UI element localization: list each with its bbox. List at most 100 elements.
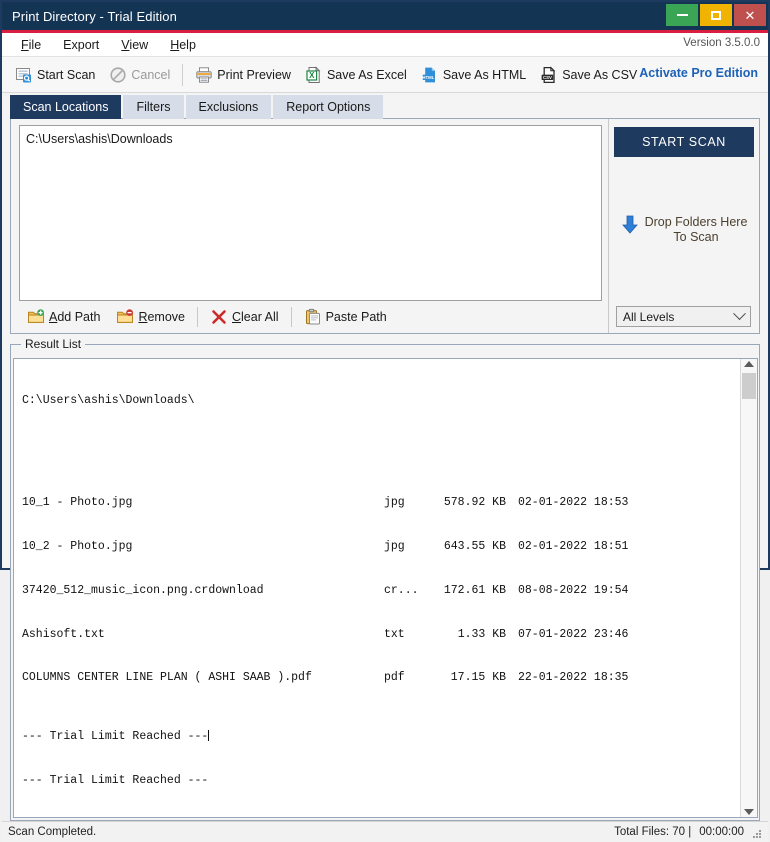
text-caret (208, 730, 209, 741)
path-actions-separator-1 (197, 307, 198, 327)
tab-scan-locations[interactable]: Scan Locations (10, 95, 121, 119)
result-list-content[interactable]: C:\Users\ashis\Downloads\ 10_1 - Photo.j… (14, 359, 740, 817)
resize-grip-icon[interactable] (752, 827, 762, 837)
table-row[interactable]: COLUMNS CENTER LINE PLAN ( ASHI SAAB ).p… (22, 671, 740, 686)
toolbar-save-csv-label: Save As CSV (562, 68, 637, 82)
application-window: Print Directory - Trial Edition ✕ File E… (0, 0, 770, 570)
status-message: Scan Completed. (8, 826, 96, 838)
row-ext: txt (384, 628, 430, 643)
status-right-group: Total Files: 70 | 00:00:00 (614, 826, 762, 838)
drop-hint-line-1: Drop Folders Here (645, 215, 748, 229)
toolbar-save-excel-button[interactable]: X Save As Excel (298, 63, 414, 87)
minimize-icon (677, 14, 688, 16)
menu-item-help-label: elp (179, 38, 196, 52)
clear-all-button[interactable]: Clear All (202, 304, 287, 330)
activate-pro-edition-link[interactable]: Activate Pro Edition (639, 66, 758, 80)
menu-item-export[interactable]: Export (52, 36, 110, 54)
toolbar-save-csv-button[interactable]: CSV Save As CSV (533, 63, 644, 87)
table-row[interactable]: 37420_512_music_icon.png.crdownload cr..… (22, 584, 740, 599)
maximize-button[interactable] (700, 4, 732, 26)
toolbar-start-scan-button[interactable]: Start Scan (8, 63, 102, 87)
result-list-box[interactable]: C:\Users\ashis\Downloads\ 10_1 - Photo.j… (13, 358, 758, 818)
row-date: 02-01-2022 18:51 (506, 540, 618, 555)
row-ext: cr... (384, 584, 430, 599)
remove-path-button[interactable]: Remove (108, 304, 193, 330)
table-row[interactable]: Ashisoft.txt txt 1.33 KB 07-01-2022 23:4… (22, 628, 740, 643)
scan-locations-panel: C:\Users\ashis\Downloads Add Path (10, 119, 760, 334)
svg-text:CSV: CSV (543, 74, 552, 79)
remove-path-label: Remove (138, 310, 185, 324)
menu-item-view[interactable]: View (110, 36, 159, 54)
result-list-group: Result List C:\Users\ashis\Downloads\ 10… (10, 344, 760, 821)
row-name: 10_2 - Photo.jpg (22, 540, 384, 555)
scan-locations-left: C:\Users\ashis\Downloads Add Path (11, 119, 608, 333)
row-name: COLUMNS CENTER LINE PLAN ( ASHI SAAB ).p… (22, 671, 384, 686)
add-path-button[interactable]: Add Path (19, 304, 108, 330)
window-controls: ✕ (666, 4, 766, 26)
menu-item-view-label: iew (129, 38, 148, 52)
path-actions-separator-2 (291, 307, 292, 327)
svg-text:X: X (309, 70, 315, 79)
result-blank-row (22, 438, 740, 453)
row-size: 578.92 KB (430, 496, 506, 511)
scrollbar-thumb[interactable] (742, 373, 756, 399)
levels-dropdown[interactable]: All Levels (616, 306, 751, 327)
row-date: 22-01-2022 18:35 (506, 671, 618, 686)
row-ext: jpg (384, 540, 430, 555)
minimize-button[interactable] (666, 4, 698, 26)
menu-item-export-label: Export (63, 38, 99, 52)
tab-filters[interactable]: Filters (123, 95, 183, 119)
scan-path-item[interactable]: C:\Users\ashis\Downloads (26, 131, 595, 147)
html-file-icon: HTML (421, 66, 439, 84)
down-arrow-icon (621, 215, 639, 233)
scan-paths-list[interactable]: C:\Users\ashis\Downloads (19, 125, 602, 301)
add-path-label: Add Path (49, 310, 100, 324)
levels-selected-value: All Levels (623, 310, 674, 324)
menu-bar: File Export View Help Version 3.5.0.0 (2, 33, 768, 57)
row-size: 17.15 KB (430, 671, 506, 686)
toolbar-cancel-button[interactable]: Cancel (102, 63, 177, 87)
svg-text:HTML: HTML (422, 74, 434, 79)
toolbar-separator-1 (182, 64, 183, 86)
result-header-path-text: C:\Users\ashis\Downloads\ (22, 394, 195, 409)
paste-path-label: Paste Path (326, 310, 387, 324)
row-date: 08-08-2022 19:54 (506, 584, 618, 599)
toolbar-save-html-button[interactable]: HTML Save As HTML (414, 63, 533, 87)
row-size: 172.61 KB (430, 584, 506, 599)
menu-item-help[interactable]: Help (159, 36, 207, 54)
toolbar-print-preview-button[interactable]: Print Preview (188, 63, 298, 87)
menu-item-file[interactable]: File (10, 36, 52, 54)
trial-limit-row-1: --- Trial Limit Reached --- (22, 730, 740, 745)
version-label: Version 3.5.0.0 (683, 37, 760, 49)
printer-icon (195, 66, 213, 84)
paste-path-button[interactable]: Paste Path (296, 304, 395, 330)
drop-hint-line-2: To Scan (673, 230, 718, 244)
clipboard-icon (304, 308, 322, 326)
folder-remove-icon (116, 308, 134, 326)
trial-limit-text-2: --- Trial Limit Reached --- (22, 774, 208, 789)
toolbar-save-html-label: Save As HTML (443, 68, 526, 82)
toolbar-cancel-label: Cancel (131, 68, 170, 82)
toolbar-print-preview-label: Print Preview (217, 68, 291, 82)
row-size: 643.55 KB (430, 540, 506, 555)
menu-item-file-label: ile (29, 38, 42, 52)
scrollbar-track[interactable] (741, 367, 757, 809)
result-header-path: C:\Users\ashis\Downloads\ (22, 394, 740, 409)
table-row[interactable]: 10_2 - Photo.jpg jpg 643.55 KB 02-01-202… (22, 540, 740, 555)
result-list-scrollbar[interactable] (740, 359, 757, 817)
drop-folders-hint: Drop Folders Here To Scan (609, 215, 759, 245)
table-row[interactable]: 10_1 - Photo.jpg jpg 578.92 KB 02-01-202… (22, 496, 740, 511)
scroll-down-icon[interactable] (744, 809, 754, 815)
excel-file-icon: X (305, 66, 323, 84)
close-button[interactable]: ✕ (734, 4, 766, 26)
tab-report-options[interactable]: Report Options (273, 95, 383, 119)
status-total-files: Total Files: 70 | (614, 826, 691, 838)
cancel-icon (109, 66, 127, 84)
row-name: 37420_512_music_icon.png.crdownload (22, 584, 384, 599)
drop-folders-text: Drop Folders Here To Scan (645, 215, 748, 245)
trial-limit-text-1: --- Trial Limit Reached --- (22, 730, 208, 745)
chevron-down-icon (733, 307, 746, 320)
clear-all-label: Clear All (232, 310, 279, 324)
start-scan-button[interactable]: START SCAN (614, 127, 754, 157)
tab-exclusions[interactable]: Exclusions (186, 95, 272, 119)
